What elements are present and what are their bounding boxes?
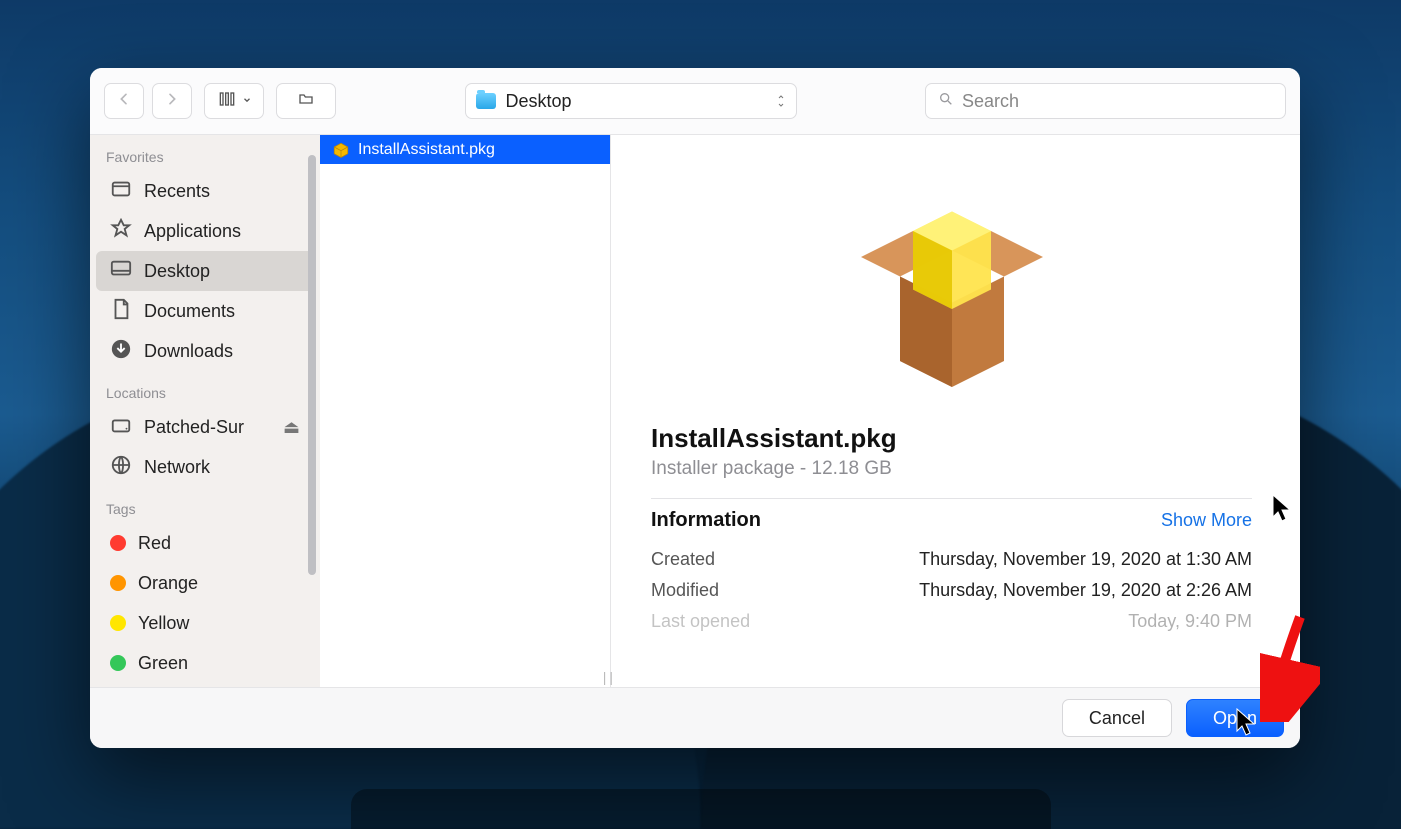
file-column[interactable]: InstallAssistant.pkg ||: [320, 135, 611, 687]
info-row-lastopened: Last opened Today, 9:40 PM: [651, 606, 1252, 637]
back-button[interactable]: [104, 83, 144, 119]
open-button[interactable]: Open: [1186, 699, 1284, 737]
cancel-button[interactable]: Cancel: [1062, 699, 1172, 737]
sidebar-item-label: Documents: [144, 301, 235, 322]
info-heading: Information: [651, 509, 761, 532]
sidebar-tag-red[interactable]: Red: [96, 523, 314, 563]
info-key: Last opened: [651, 611, 750, 632]
folder-icon: [476, 93, 496, 109]
sidebar-tag-yellow[interactable]: Yellow: [96, 603, 314, 643]
section-tags: Tags: [90, 487, 320, 523]
network-icon: [110, 454, 132, 481]
sidebar-tag-orange[interactable]: Orange: [96, 563, 314, 603]
sidebar-item-desktop[interactable]: Desktop: [96, 251, 314, 291]
sidebar-item-label: Recents: [144, 181, 210, 202]
package-preview-icon: [822, 153, 1082, 413]
sidebar-item-recents[interactable]: Recents: [96, 171, 314, 211]
sidebar-item-label: Yellow: [138, 613, 189, 634]
dialog-toolbar: Desktop Search: [90, 68, 1300, 135]
preview-pane: InstallAssistant.pkg Installer package -…: [611, 135, 1300, 687]
section-locations: Locations: [90, 371, 320, 407]
sidebar-item-applications[interactable]: Applications: [96, 211, 314, 251]
sidebar-item-volume[interactable]: Patched-Sur ⏏: [96, 407, 314, 447]
nav-group: [104, 83, 192, 119]
sidebar-item-label: Green: [138, 653, 188, 674]
search-placeholder: Search: [962, 91, 1019, 112]
search-input[interactable]: Search: [925, 83, 1286, 119]
preview-subtitle: Installer package - 12.18 GB: [651, 458, 1252, 480]
sidebar-item-label: Network: [144, 457, 210, 478]
info-grid: Created Thursday, November 19, 2020 at 1…: [651, 544, 1252, 637]
sidebar-item-label: Downloads: [144, 341, 233, 362]
search-icon: [938, 91, 954, 112]
divider: [651, 498, 1252, 499]
sidebar-item-label: Orange: [138, 573, 198, 594]
columns-view-icon: [216, 91, 238, 112]
tag-dot-icon: [110, 615, 126, 631]
eject-icon[interactable]: ⏏: [283, 417, 300, 438]
tag-dot-icon: [110, 535, 126, 551]
downloads-icon: [110, 338, 132, 365]
sidebar-tag-green[interactable]: Green: [96, 643, 314, 683]
show-more-link[interactable]: Show More: [1161, 510, 1252, 531]
open-file-dialog: Desktop Search Favorites Recents Applica…: [90, 68, 1300, 748]
sidebar-item-label: Patched-Sur: [144, 417, 244, 438]
info-value: Today, 9:40 PM: [1128, 611, 1252, 632]
documents-icon: [110, 298, 132, 325]
file-row-selected[interactable]: InstallAssistant.pkg: [320, 135, 610, 164]
column-resize-handle[interactable]: ||: [603, 669, 616, 685]
location-dropdown[interactable]: Desktop: [465, 83, 797, 119]
desktop-icon: [110, 258, 132, 285]
sidebar-item-label: Applications: [144, 221, 241, 242]
open-label: Open: [1213, 708, 1257, 729]
info-key: Created: [651, 549, 715, 570]
updown-chevron-icon: [776, 93, 786, 109]
view-switcher[interactable]: [204, 83, 264, 119]
tag-dot-icon: [110, 655, 126, 671]
file-name: InstallAssistant.pkg: [358, 141, 495, 159]
group-by-button[interactable]: [276, 83, 336, 119]
info-value: Thursday, November 19, 2020 at 1:30 AM: [919, 549, 1252, 570]
info-key: Modified: [651, 580, 719, 601]
location-label: Desktop: [506, 91, 572, 112]
info-row-created: Created Thursday, November 19, 2020 at 1…: [651, 544, 1252, 575]
folder-outline-icon: [296, 91, 316, 112]
sidebar-item-downloads[interactable]: Downloads: [96, 331, 314, 371]
package-icon: [332, 141, 350, 159]
sidebar-item-network[interactable]: Network: [96, 447, 314, 487]
section-favorites: Favorites: [90, 135, 320, 171]
sidebar-item-documents[interactable]: Documents: [96, 291, 314, 331]
info-value: Thursday, November 19, 2020 at 2:26 AM: [919, 580, 1252, 601]
forward-button[interactable]: [152, 83, 192, 119]
sidebar-item-label: Red: [138, 533, 171, 554]
dialog-footer: Cancel Open: [90, 688, 1300, 748]
cancel-label: Cancel: [1089, 708, 1145, 729]
chevron-left-icon: [116, 91, 132, 112]
chevron-right-icon: [164, 91, 180, 112]
sidebar-item-label: Desktop: [144, 261, 210, 282]
scrollbar-thumb[interactable]: [308, 155, 316, 575]
dock: [351, 789, 1051, 829]
applications-icon: [110, 218, 132, 245]
sidebar[interactable]: Favorites Recents Applications Desktop D…: [90, 135, 320, 687]
preview-filename: InstallAssistant.pkg: [651, 423, 1252, 454]
recents-icon: [110, 178, 132, 205]
info-row-modified: Modified Thursday, November 19, 2020 at …: [651, 575, 1252, 606]
disk-icon: [110, 414, 132, 441]
chevron-down-icon: [242, 92, 252, 110]
tag-dot-icon: [110, 575, 126, 591]
